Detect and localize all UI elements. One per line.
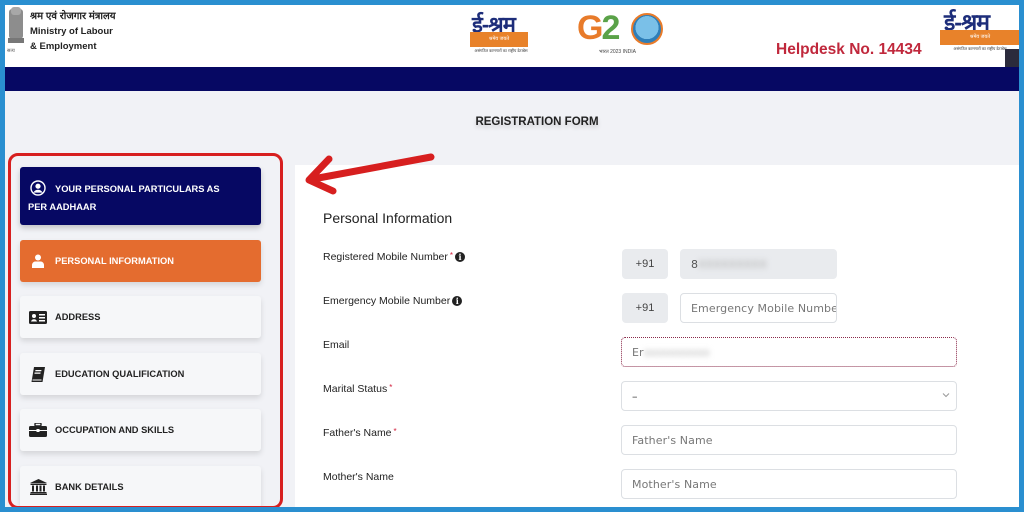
label-text: Marital Status — [323, 383, 388, 395]
ministry-line2: & Employment — [30, 41, 97, 52]
marital-status-select[interactable]: – — [621, 381, 957, 411]
eshram-logo[interactable]: ई-श्रम श्रमेव जयते असंगठित कामगारों का र… — [470, 11, 532, 55]
eshram-logo-secondary: ई-श्रम श्रमेव जयते असंगठित कामगारों का र… — [940, 5, 1019, 55]
ministry-name: श्रम एवं रोजगार मंत्रालय Ministry of Lab… — [30, 9, 116, 54]
email-label: Email — [323, 339, 349, 351]
national-emblem-icon: सत्य — [7, 7, 24, 54]
field-value: 8 — [691, 257, 699, 271]
annotation-highlight-box — [8, 153, 283, 507]
field-value: Er — [632, 345, 644, 359]
g20-digit-2: 2 — [601, 9, 620, 47]
mothers-name-label: Mother's Name — [323, 471, 394, 483]
page-title: REGISTRATION FORM — [475, 116, 599, 128]
fathers-name-input[interactable]: Father's Name — [621, 425, 957, 455]
g20-subtitle: भारत 2023 INDIA — [599, 49, 636, 55]
emblem-caption: सत्य — [7, 48, 15, 54]
label-text: Father's Name — [323, 427, 392, 439]
label-text: Registered Mobile Number — [323, 251, 448, 263]
info-icon[interactable]: i — [452, 296, 463, 307]
label-text: Mother's Name — [323, 471, 394, 483]
globe-icon — [631, 13, 663, 45]
annotation-arrow-icon — [305, 153, 435, 195]
placeholder: Father's Name — [632, 433, 713, 447]
g20-letter-g: G — [577, 9, 603, 47]
info-icon[interactable]: i — [455, 252, 466, 263]
eshram-logo-tagline: असंगठित कामगारों का राष्ट्रीय डेटाबेस — [474, 48, 528, 53]
navigation-bar — [5, 67, 1019, 91]
emergency-mobile-label: Emergency Mobile Number i — [323, 295, 463, 307]
registered-mobile-field: 8 XXXXXXXXX — [680, 249, 837, 279]
chevron-down-icon — [942, 393, 950, 398]
email-input[interactable]: Er xxxxxxxxxx — [621, 337, 957, 367]
required-marker: * — [393, 427, 397, 436]
ministry-line1: Ministry of Labour — [30, 26, 113, 37]
marital-status-label: Marital Status * — [323, 383, 392, 395]
placeholder: Emergency Mobile Number — [691, 301, 837, 315]
site-header: सत्य श्रम एवं रोजगार मंत्रालय Ministry o… — [5, 5, 1019, 67]
selected-value: – — [632, 389, 638, 403]
label-text: Emergency Mobile Number — [323, 295, 451, 307]
mothers-name-input[interactable]: Mother's Name — [621, 469, 957, 499]
masked-value: XXXXXXXXX — [698, 257, 767, 271]
ministry-hindi: श्रम एवं रोजगार मंत्रालय — [30, 11, 116, 22]
required-marker: * — [389, 383, 393, 392]
eshram-logo-band: श्रमेव जयते — [470, 32, 528, 47]
placeholder: Mother's Name — [632, 477, 717, 491]
label-text: Email — [323, 339, 350, 351]
header-corner-block — [1005, 49, 1019, 67]
emergency-mobile-input[interactable]: Emergency Mobile Number — [680, 293, 837, 323]
section-title: Personal Information — [323, 210, 453, 226]
required-marker: * — [449, 251, 454, 260]
fathers-name-label: Father's Name * — [323, 427, 397, 439]
registered-mobile-label: Registered Mobile Number * i — [323, 251, 466, 263]
emergency-mobile-country-code: +91 — [622, 293, 668, 323]
masked-value: xxxxxxxxxx — [643, 345, 710, 359]
eshram-logo-band: श्रमेव जयते — [940, 30, 1019, 45]
g20-logo: G2 भारत 2023 INDIA — [577, 9, 667, 61]
registered-mobile-country-code: +91 — [622, 249, 668, 279]
page-frame: सत्य श्रम एवं रोजगार मंत्रालय Ministry o… — [5, 5, 1019, 507]
helpdesk-number: Helpdesk No. 14434 — [776, 41, 922, 58]
g20-text: G2 — [577, 9, 620, 48]
